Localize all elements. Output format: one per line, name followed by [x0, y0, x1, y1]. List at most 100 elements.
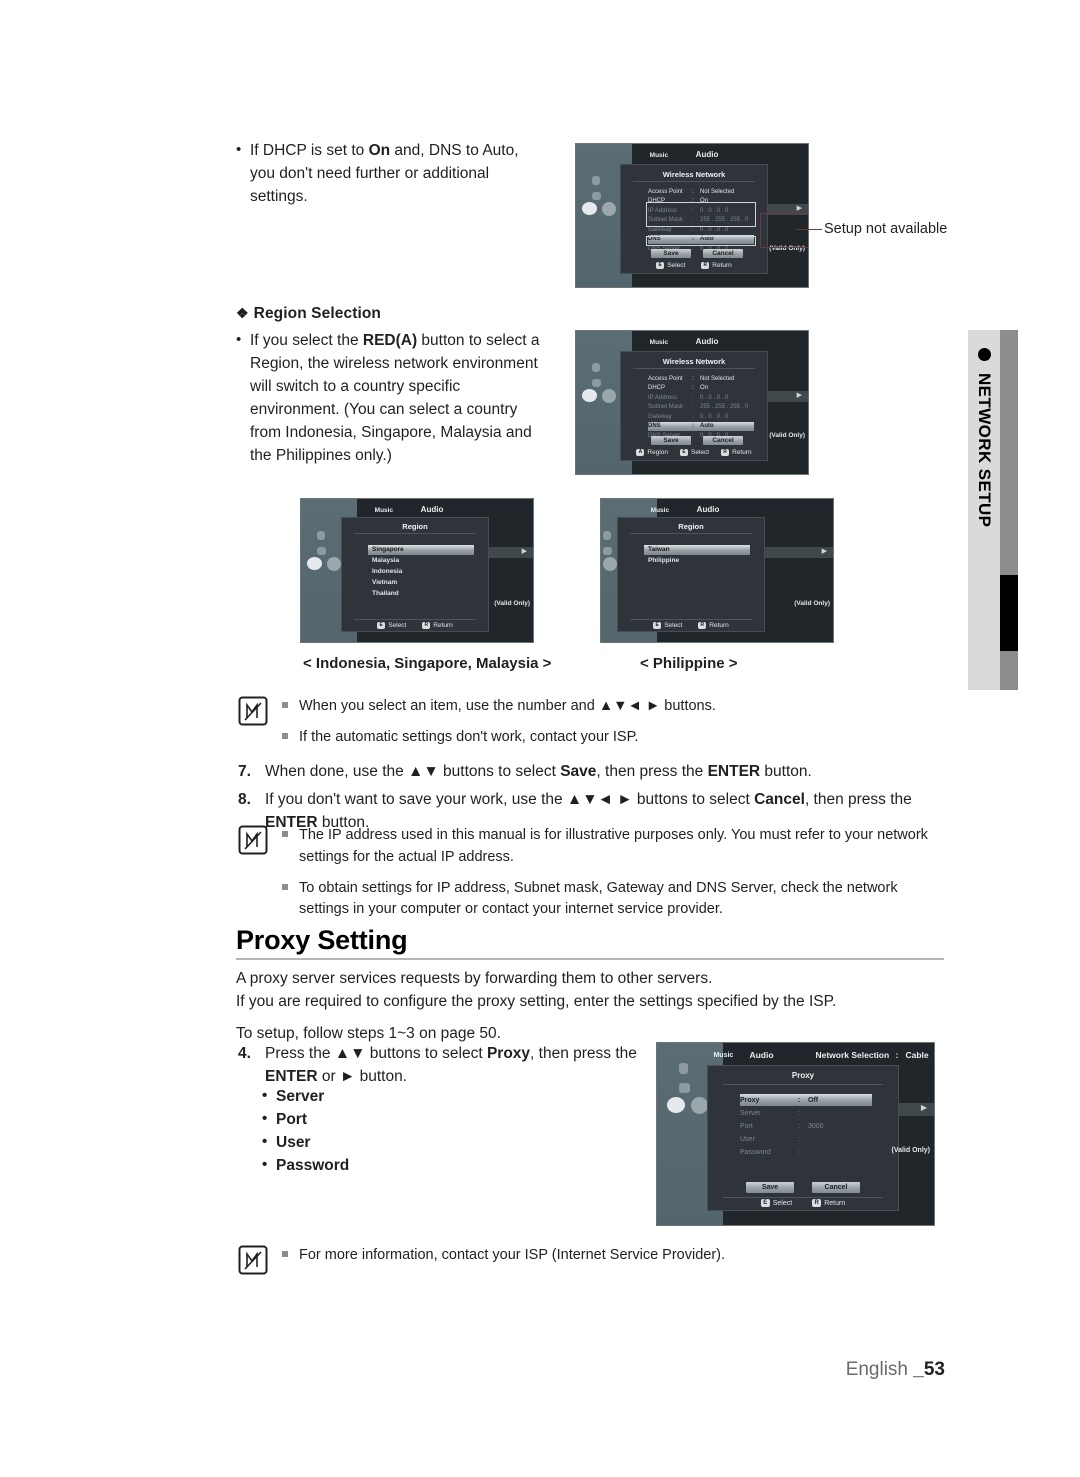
intro-line1-a: If DHCP is set to — [250, 142, 369, 159]
tv3-region-item[interactable]: Vietnam — [368, 578, 474, 588]
tv2-row-separator: : — [692, 375, 694, 382]
tv5-cancel-button[interactable]: Cancel — [812, 1182, 860, 1193]
page-footer: English _53 — [846, 1359, 945, 1381]
tv4-menu-music[interactable]: Music — [651, 507, 669, 514]
tv2-row[interactable]: Gateway:0 . 0 . 0 . 0 — [648, 412, 754, 421]
step-7-enter-keyword: ENTER — [707, 763, 761, 780]
tv1-row[interactable]: Access Point: Not Selected — [648, 187, 754, 196]
tv4-menu-audio[interactable]: Audio — [697, 505, 720, 514]
dialog-footer-label: Return — [709, 622, 729, 629]
tv5-menu-audio[interactable]: Audio — [749, 1050, 773, 1060]
region-selection-heading-label: Region Selection — [253, 305, 381, 322]
tv5-dialog-title: Proxy — [791, 1071, 815, 1080]
tv2-row[interactable]: Subnet Mask:255 . 255 . 255 . 0 — [648, 403, 754, 412]
tv2-photo-icon — [592, 379, 601, 387]
step-4-number: 4. — [238, 1045, 251, 1062]
tv5-dialog-rule-bottom — [723, 1197, 883, 1198]
intro-line2: you don't need further or additional — [250, 164, 490, 182]
dialog-footer-item[interactable]: R Return — [812, 1199, 845, 1207]
step-7-text: When done, use the ▲▼ buttons to select … — [265, 760, 812, 783]
tv2-save-button[interactable]: Save — [651, 436, 691, 445]
tv5-dialog-rule — [723, 1084, 883, 1085]
tv-screen-region-list-1: Music Audio ▶ Region Singapore Malaysia In… — [301, 499, 533, 642]
note-pencil-icon-2 — [238, 825, 268, 855]
tv5-row[interactable]: Port:3000 — [740, 1120, 872, 1132]
tv2-menu-audio[interactable]: Audio — [696, 337, 719, 346]
dialog-footer-item[interactable]: A Region — [636, 449, 668, 456]
tv-screen-proxy: Music Audio Network Selection : Cable ▶ … — [657, 1043, 934, 1225]
tv4-settings-gear-icon — [603, 557, 617, 571]
tv2-row-separator: : — [692, 404, 694, 410]
tv3-region-item[interactable]: Malaysia — [368, 556, 474, 566]
tv5-row[interactable]: Password: — [740, 1146, 872, 1158]
tv2-row-separator: : — [692, 423, 694, 429]
tv1-dialog: Wireless Network Access Point: Not Select… — [620, 164, 768, 274]
dialog-footer-item[interactable]: E Select — [377, 622, 406, 629]
tv5-menu-music[interactable]: Music — [713, 1052, 733, 1059]
dialog-footer-item[interactable]: E Select — [760, 1199, 792, 1207]
tv1-row-separator: : — [692, 245, 694, 252]
tv2-menu-music[interactable]: Music — [650, 339, 668, 346]
tv5-dialog-footer: E Select R Return — [708, 1199, 898, 1207]
tv2-row[interactable]: Access Point: Not Selected — [648, 374, 754, 383]
tv2-cancel-button[interactable]: Cancel — [703, 436, 743, 445]
step-4-c: , then press the — [530, 1045, 637, 1062]
tv4-region-item[interactable]: Taiwan — [644, 545, 750, 555]
tv2-valid-only-label: (Valid Only) — [769, 432, 805, 439]
tv2-music-icon — [592, 363, 600, 372]
step-7-a: When done, use the ▲▼ buttons to select — [265, 763, 561, 780]
tv3-menu-audio[interactable]: Audio — [421, 505, 444, 514]
dialog-footer-item[interactable]: R Return — [698, 622, 729, 629]
region-l4: environment. (You can select a country — [250, 400, 518, 418]
note-3-item: For more information, contact your ISP (… — [282, 1245, 725, 1267]
dialog-footer-item[interactable]: E Select — [653, 622, 682, 629]
remote-key-e-icon: E — [377, 622, 386, 629]
tv5-row[interactable]: Proxy: Off — [740, 1094, 872, 1106]
tv2-row-value: 255 . 255 . 255 . 0 — [700, 404, 749, 410]
region-l2: Region, the wireless network environment — [250, 354, 538, 372]
tv1-dialog-footer: E Select R Return — [621, 262, 767, 269]
footer-page-number: _53 — [913, 1359, 945, 1380]
dialog-footer-item[interactable]: R Return — [422, 622, 453, 629]
proxy-sub-item: Password — [262, 1154, 562, 1178]
tv2-row[interactable]: IP Address:0 . 0 . 0 . 0 — [648, 393, 754, 402]
tv1-save-button[interactable]: Save — [651, 249, 691, 258]
tv3-photo-icon — [317, 547, 326, 555]
tv2-row-value: Auto — [700, 423, 714, 429]
tv5-row-separator: : — [798, 1148, 800, 1156]
tv2-row[interactable]: DNS: Auto — [648, 421, 754, 431]
tv3-region-item[interactable]: Indonesia — [368, 567, 474, 577]
tv3-settings-gear-icon — [327, 557, 341, 571]
tv5-save-button[interactable]: Save — [746, 1182, 794, 1193]
region-l1-c: button to select a — [417, 332, 540, 349]
intro-line3: settings. — [250, 187, 308, 205]
tv1-menu-audio[interactable]: Audio — [696, 150, 719, 159]
step-7: 7. When done, use the ▲▼ buttons to sele… — [238, 760, 948, 783]
tv4-region-item[interactable]: Philippine — [644, 556, 750, 566]
dialog-footer-item[interactable]: E Select — [656, 262, 685, 269]
proxy-sub-item: Port — [262, 1108, 562, 1132]
tv5-valid-only-label: (Valid Only) — [891, 1147, 930, 1154]
tv3-region-item[interactable]: Thailand — [368, 589, 474, 599]
callout-vertical-line — [760, 213, 761, 248]
tv3-dialog-rule — [353, 533, 477, 534]
proxy-para-1: A proxy server services requests by forw… — [236, 970, 713, 987]
tv3-region-item[interactable]: Singapore — [368, 545, 474, 555]
tv5-row[interactable]: Server: — [740, 1107, 872, 1119]
tv2-row[interactable]: DHCP: On — [648, 384, 754, 393]
dialog-footer-item[interactable]: E Select — [680, 449, 709, 456]
tv2-row-key: Gateway — [648, 413, 672, 420]
tv1-outline-dns-server — [646, 236, 756, 246]
tv5-right-arrow-icon: ▶ — [920, 1103, 927, 1112]
dialog-footer-item[interactable]: R Return — [701, 262, 732, 269]
tv1-menu-music[interactable]: Music — [650, 152, 668, 159]
dialog-footer-label: Select — [388, 622, 407, 629]
region-l5: from Indonesia, Singapore, Malaysia and — [250, 423, 532, 441]
note-3-items: For more information, contact your ISP (… — [282, 1245, 725, 1275]
dialog-footer-item[interactable]: R Return — [721, 449, 752, 456]
dialog-footer-label: Region — [647, 449, 668, 456]
tv1-right-arrow-icon: ▶ — [796, 205, 802, 212]
tv1-cancel-button[interactable]: Cancel — [703, 249, 743, 258]
tv5-row[interactable]: User: — [740, 1133, 872, 1145]
tv3-menu-music[interactable]: Music — [375, 507, 393, 514]
